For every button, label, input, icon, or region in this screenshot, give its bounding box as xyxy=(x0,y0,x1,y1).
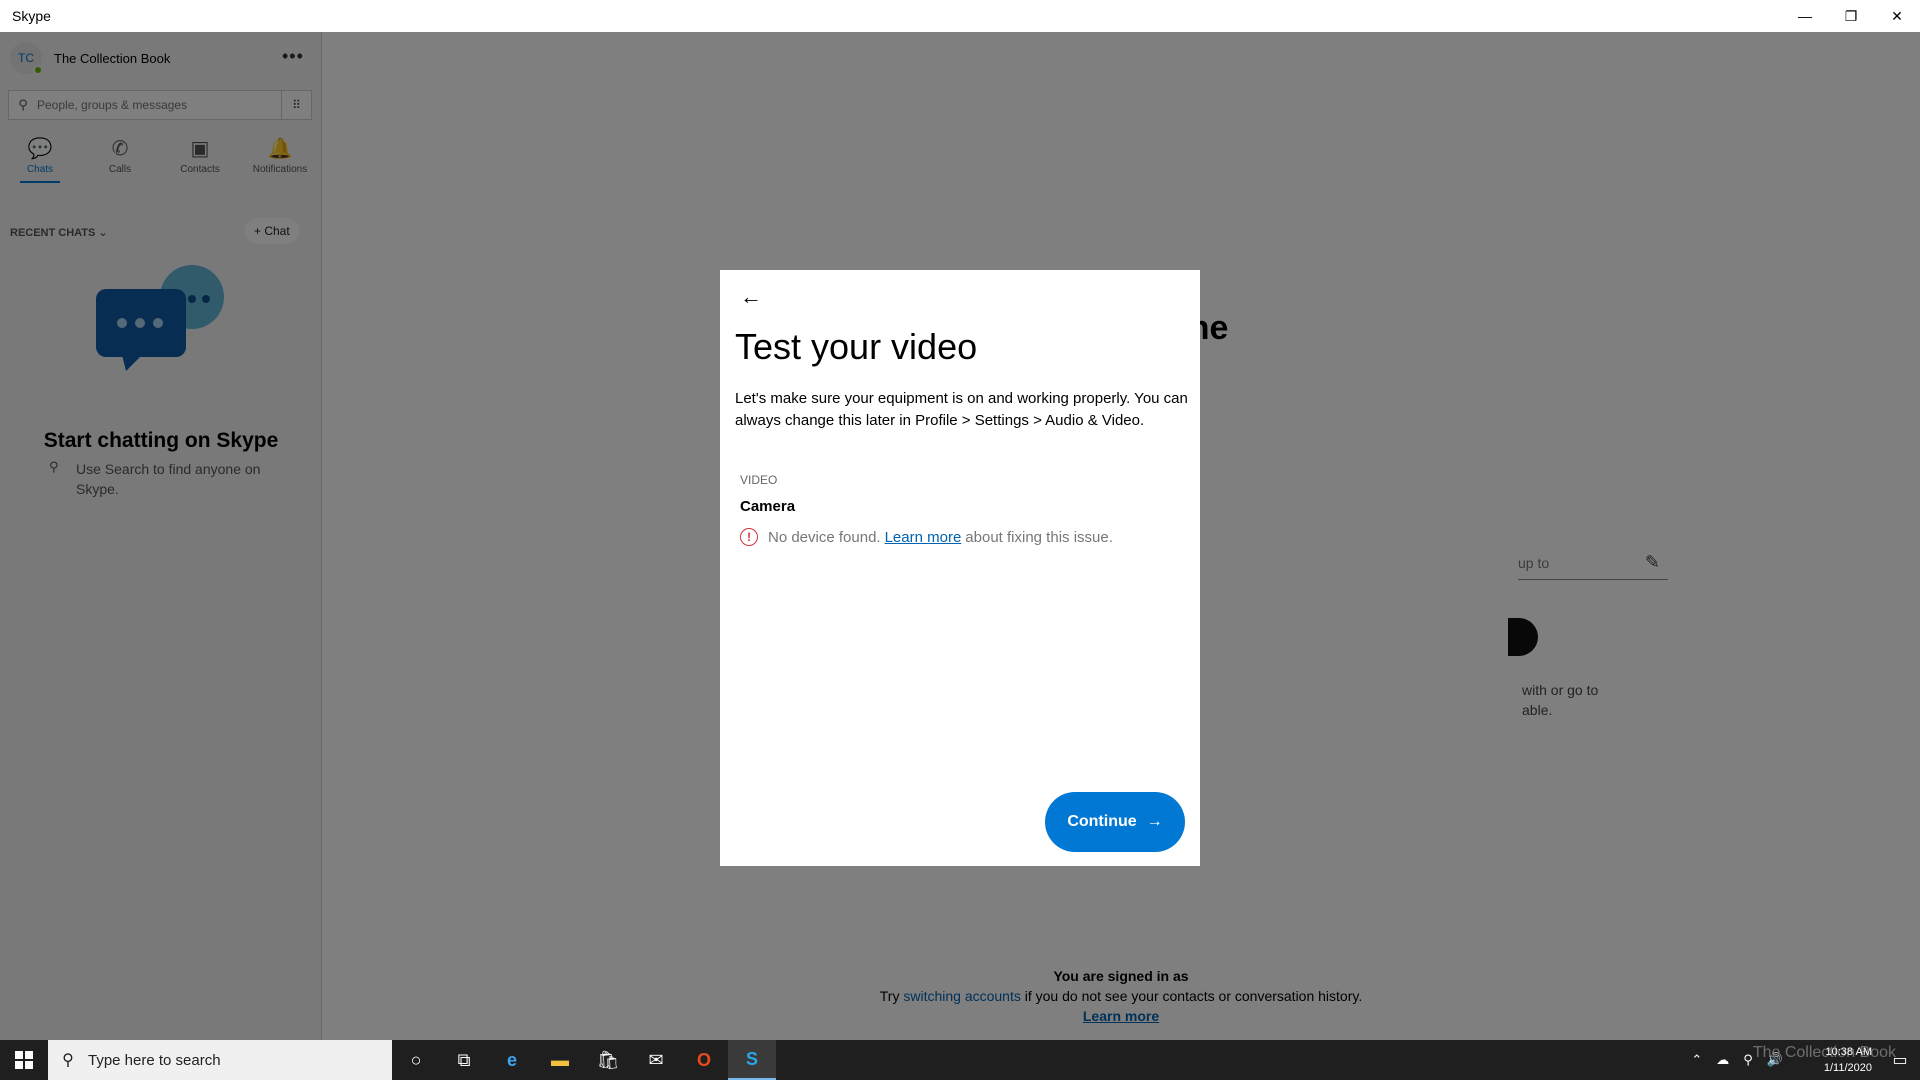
camera-error-message: ! No device found. Learn more about fixi… xyxy=(740,528,1113,546)
windows-taskbar: ⚲ Type here to search ○ ⧉ e ▬ 🛍 ✉ O S ⌃ … xyxy=(0,1040,1920,1080)
network-icon[interactable]: ⚲ xyxy=(1743,1052,1753,1068)
mail-icon[interactable]: ✉ xyxy=(632,1040,680,1080)
dialog-title: Test your video xyxy=(735,326,978,367)
dialog-description: Let's make sure your equipment is on and… xyxy=(735,390,1188,429)
file-explorer-icon[interactable]: ▬ xyxy=(536,1040,584,1080)
minimize-button[interactable]: — xyxy=(1782,0,1828,32)
video-section-label: VIDEO xyxy=(740,473,778,487)
camera-label: Camera xyxy=(740,498,796,515)
task-view-icon[interactable]: ⧉ xyxy=(440,1040,488,1080)
taskbar-search[interactable]: ⚲ Type here to search xyxy=(48,1040,392,1080)
search-icon: ⚲ xyxy=(62,1052,74,1069)
arrow-right-icon: → xyxy=(1146,813,1163,830)
windows-logo-icon xyxy=(15,1051,33,1069)
window-title: Skype xyxy=(12,8,51,24)
skype-taskbar-icon[interactable]: S xyxy=(728,1040,776,1080)
window-titlebar: Skype — ❐ ✕ xyxy=(0,0,1920,32)
restore-button[interactable]: ❐ xyxy=(1828,0,1874,32)
error-suffix: about fixing this issue. xyxy=(965,528,1113,546)
window-controls: — ❐ ✕ xyxy=(1782,0,1920,32)
chevron-up-icon[interactable]: ⌃ xyxy=(1691,1052,1702,1068)
back-arrow-icon[interactable]: ← xyxy=(740,284,762,310)
start-button[interactable] xyxy=(0,1040,48,1080)
continue-label: Continue xyxy=(1067,813,1137,830)
taskbar-search-placeholder: Type here to search xyxy=(88,1051,221,1069)
learn-more-link[interactable]: Learn more xyxy=(885,529,962,546)
watermark-text: The Collection Book xyxy=(1752,1044,1896,1061)
office-icon[interactable]: O xyxy=(680,1040,728,1080)
continue-button[interactable]: Continue → xyxy=(1045,792,1185,852)
error-icon: ! xyxy=(740,528,758,546)
error-prefix: No device found. xyxy=(768,528,881,546)
clock-date: 1/11/2020 xyxy=(1823,1062,1872,1074)
cloud-icon[interactable]: ☁ xyxy=(1716,1052,1729,1068)
edge-browser-icon[interactable]: e xyxy=(488,1040,536,1080)
close-button[interactable]: ✕ xyxy=(1874,0,1920,32)
skype-app: TC The Collection Book ••• ⚲ ⠿ 💬 Chats ✆… xyxy=(0,32,1920,1040)
store-icon[interactable]: 🛍 xyxy=(584,1040,632,1080)
cortana-icon[interactable]: ○ xyxy=(392,1040,440,1080)
test-video-dialog: ← Test your video Let's make sure your e… xyxy=(720,270,1200,866)
